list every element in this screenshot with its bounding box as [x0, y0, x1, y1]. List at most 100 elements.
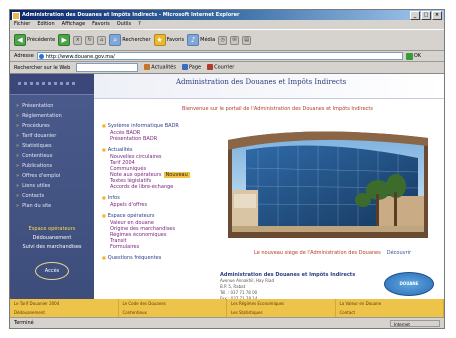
menu-file[interactable]: Fichier	[14, 20, 30, 29]
nav-item[interactable]: Statistiques	[10, 141, 94, 151]
link-group: Questions fréquentes	[102, 254, 212, 262]
nav-item[interactable]: Tarif douanier	[10, 131, 94, 141]
operator-space-line[interactable]: Suivi des marchandises	[10, 243, 94, 252]
photo-caption: Le nouveau siège de l'Administration des…	[254, 250, 411, 256]
link-group: InfosAppels d'offres	[102, 194, 212, 208]
footer-link[interactable]: Les Régimes Economiques	[227, 299, 336, 308]
mail-icon: ✉	[230, 35, 240, 45]
menu-help[interactable]: ?	[138, 20, 141, 29]
search-web-label: Rechercher sur le Web	[14, 64, 71, 71]
stop-button[interactable]: ×	[73, 35, 83, 45]
back-label: Précédente	[27, 37, 56, 43]
close-button[interactable]: ×	[432, 11, 442, 20]
link-item[interactable]: Accords de libre-échange	[102, 184, 212, 190]
nav-item[interactable]: Offres d'emploi	[10, 171, 94, 181]
link-group: Système informatique BADRAccès BADRPrése…	[102, 122, 212, 142]
footer-link[interactable]: Le Code des Douanes	[119, 299, 227, 308]
address-label: Adresse	[14, 53, 34, 59]
refresh-button[interactable]: ↻	[85, 35, 95, 45]
search-button[interactable]: ⌕ Rechercher	[109, 34, 151, 46]
nav-item[interactable]: Contacts	[10, 191, 94, 201]
search-web-input[interactable]	[76, 63, 139, 72]
links-item-label: Actualités	[151, 64, 176, 71]
media-icon: ♪	[187, 34, 200, 46]
link-item[interactable]: Présentation BADR	[102, 136, 212, 142]
footer-link[interactable]: Le Tarif Douanier 2004	[10, 299, 119, 308]
footer-link[interactable]: Contentieux	[119, 308, 227, 317]
links-item-mail[interactable]: Courrier	[207, 64, 234, 71]
favorites-button[interactable]: ★ Favoris	[153, 34, 184, 46]
link-item-label: Présentation BADR	[110, 136, 158, 142]
douane-logo[interactable]: DOUANE	[384, 272, 434, 296]
footer-link[interactable]: La Valeur en Douane	[336, 299, 444, 308]
go-button[interactable]: OK	[405, 52, 421, 60]
home-button[interactable]: ⌂	[97, 35, 107, 45]
footer-links: Le Tarif Douanier 2004 Le Code des Douane…	[10, 299, 444, 317]
footer-link[interactable]: Contact	[336, 308, 444, 317]
ie-page-icon	[38, 54, 44, 59]
links-bar: Rechercher sur le Web Actualités Page Co…	[10, 62, 444, 74]
menu-edit[interactable]: Edition	[37, 20, 54, 29]
security-zone: Internet	[390, 320, 440, 327]
nav-decoration	[18, 82, 78, 85]
page-title: Administration des Douanes et Impôts Ind…	[176, 78, 347, 86]
mail-button[interactable]: ✉	[230, 35, 240, 45]
nav-item[interactable]: Procédures	[10, 121, 94, 131]
operator-space-box: Espace opérateurs Dédouanement Suivi des…	[10, 225, 94, 252]
operator-space-line[interactable]: Dédouanement	[10, 234, 94, 243]
media-label: Média	[200, 37, 216, 43]
caption-text: Le nouveau siège de l'Administration des…	[254, 250, 381, 256]
link-item-label: Accords de libre-échange	[110, 184, 174, 190]
link-group-title[interactable]: Système informatique BADR	[102, 122, 212, 130]
nav-item[interactable]: Réglementation	[10, 111, 94, 121]
header-band: Administration des Douanes et Impôts Ind…	[94, 74, 444, 99]
nav-item[interactable]: Publications	[10, 161, 94, 171]
link-item[interactable]: Appels d'offres	[102, 202, 212, 208]
history-button[interactable]: ◷	[218, 35, 228, 45]
nav-item[interactable]: Contentieux	[10, 151, 94, 161]
minimize-button[interactable]: _	[410, 11, 420, 20]
search-icon: ⌕	[109, 34, 122, 46]
nav-item[interactable]: Liens utiles	[10, 181, 94, 191]
link-group-title[interactable]: Actualités	[102, 146, 212, 154]
page-icon	[181, 64, 188, 71]
nav-item[interactable]: Présentation	[10, 101, 94, 111]
link-group-title[interactable]: Infos	[102, 194, 212, 202]
nav-list: PrésentationRéglementationProcéduresTari…	[10, 101, 94, 211]
refresh-icon: ↻	[85, 35, 95, 45]
footer-link[interactable]: Dédouanement	[10, 308, 119, 317]
menu-favorites[interactable]: Favoris	[92, 20, 110, 29]
status-bar: Terminé Internet	[10, 317, 444, 328]
left-navigation: PrésentationRéglementationProcéduresTari…	[10, 74, 94, 317]
link-group: ActualitésNouvelles circulairesTarif 200…	[102, 146, 212, 190]
title-bar: Administration des Douanes et Impôts Ind…	[10, 10, 444, 20]
back-button[interactable]: ◀ Précédente	[14, 34, 55, 46]
links-item-news[interactable]: Actualités	[144, 64, 176, 71]
printer-icon: ▤	[242, 35, 252, 45]
link-group-title[interactable]: Questions fréquentes	[102, 254, 212, 262]
maximize-button[interactable]: □	[421, 11, 431, 20]
links-item-label: Courrier	[214, 64, 235, 71]
link-group-title[interactable]: Espace opérateurs	[102, 212, 212, 220]
footer-link[interactable]: Les Statistiques	[227, 308, 336, 317]
menu-tools[interactable]: Outils	[117, 20, 131, 29]
building-photo	[228, 131, 428, 238]
history-icon: ◷	[218, 35, 228, 45]
nav-item[interactable]: Plan du site	[10, 201, 94, 211]
links-item-page[interactable]: Page	[181, 64, 201, 71]
forward-button[interactable]: ▶	[58, 34, 71, 46]
media-button[interactable]: ♪ Média	[187, 34, 215, 46]
app-icon	[12, 12, 20, 20]
address-input[interactable]: http://www.douane.gov.ma/	[36, 52, 403, 60]
go-arrow-icon	[405, 52, 413, 60]
access-button[interactable]: Accès	[35, 262, 69, 280]
menu-view[interactable]: Affichage	[62, 20, 86, 29]
link-group: Espace opérateursValeur en douaneOrigine…	[102, 212, 212, 250]
new-badge: Nouveau	[163, 172, 190, 178]
star-icon: ★	[153, 34, 166, 46]
caption-link[interactable]: Découvrir	[387, 250, 411, 256]
print-button[interactable]: ▤	[242, 35, 252, 45]
link-item[interactable]: Formulaires	[102, 244, 212, 250]
nav-header	[10, 74, 94, 95]
operator-space-title[interactable]: Espace opérateurs	[10, 225, 94, 234]
